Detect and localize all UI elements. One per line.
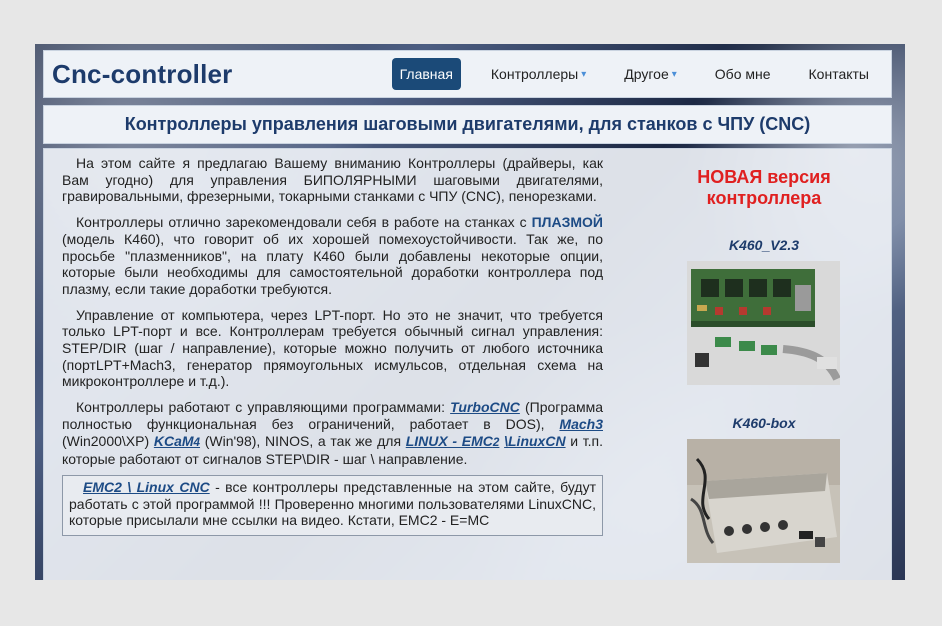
new-version-heading: НОВАЯ версия контроллера [697, 167, 831, 208]
nav-about-label: Обо мне [714, 66, 771, 82]
nav-other[interactable]: Другое ▾ [616, 58, 685, 90]
paragraph-intro: На этом сайте я предлагаю Вашему внимани… [62, 155, 603, 205]
plasma-link[interactable]: ПЛАЗМОЙ [532, 214, 603, 230]
sidebar: НОВАЯ версия контроллера K460_V2.3 K460-… [664, 155, 864, 563]
mach3-link[interactable]: Mach3 [559, 416, 603, 432]
plasma-text-before: Контроллеры отлично зарекомендовали себя… [76, 214, 532, 231]
nav-home-label: Главная [399, 66, 453, 82]
chevron-down-icon: ▾ [581, 68, 587, 80]
linux-emc-link-text: LINUX - EMC [405, 432, 493, 449]
turbocnc-link[interactable]: TurboCNC [450, 399, 520, 415]
paragraph-software: Контроллеры работают с управляющими прог… [62, 399, 603, 468]
content-panel: На этом сайте я предлагаю Вашему внимани… [43, 148, 892, 580]
kcam-link-text: KCaM [153, 432, 194, 449]
nav-contacts[interactable]: Контакты [801, 58, 877, 90]
site-logo[interactable]: Cnc-controller [52, 59, 232, 90]
chevron-down-icon: ▾ [671, 68, 677, 80]
linux-emc-link-sub: 2 [492, 435, 500, 449]
linux-emc-link[interactable]: LINUX - EMC2 [406, 433, 500, 449]
page-title: Контроллеры управления шаговыми двигател… [124, 114, 811, 134]
plasma-text-after: (модель К460), что говорит об их хорошей… [62, 230, 603, 297]
nav-controllers-label: Контроллеры [490, 66, 579, 82]
page-frame: Cnc-controller Главная Контроллеры ▾ Дру… [35, 44, 905, 580]
nav-contacts-label: Контакты [808, 66, 869, 82]
software-text-c: (Win2000\XP) [62, 432, 154, 449]
main-text: На этом сайте я предлагаю Вашему внимани… [62, 155, 603, 537]
page-title-bar: Контроллеры управления шаговыми двигател… [43, 105, 892, 144]
linuxcnc-link[interactable]: \LinuxCN [504, 433, 565, 449]
paragraph-plasma: Контроллеры отлично зарекомендовали себя… [62, 214, 603, 298]
nav-about[interactable]: Обо мне [707, 58, 779, 90]
product-label-k460-box[interactable]: K460-box [664, 415, 864, 431]
k460-v23-board-photo[interactable] [687, 261, 840, 385]
software-text-d: (Win'98), NINOS, а так же для [200, 432, 406, 449]
paragraph-lpt: Управление от компьютера, через LPT-порт… [62, 306, 603, 390]
nav-controllers[interactable]: Контроллеры ▾ [483, 58, 594, 90]
main-nav: Главная Контроллеры ▾ Другое ▾ Обо мне К… [391, 58, 877, 90]
nav-other-label: Другое [624, 66, 669, 82]
site-header: Cnc-controller Главная Контроллеры ▾ Дру… [43, 50, 892, 98]
software-text-a: Контроллеры работают с управляющими прог… [76, 399, 451, 416]
emc2-note-text: EMC2 \ Linux CNC - все контроллеры предс… [69, 479, 596, 529]
emc2-linuxcnc-link[interactable]: EMC2 \ Linux CNC [83, 479, 210, 495]
nav-home[interactable]: Главная [391, 58, 461, 90]
k460-box-photo[interactable] [687, 439, 840, 563]
emc2-note-box: EMC2 \ Linux CNC - все контроллеры предс… [62, 474, 603, 537]
product-label-k460-v23[interactable]: K460_V2.3 [664, 237, 864, 253]
kcam-link[interactable]: KCaM4 [154, 433, 200, 449]
